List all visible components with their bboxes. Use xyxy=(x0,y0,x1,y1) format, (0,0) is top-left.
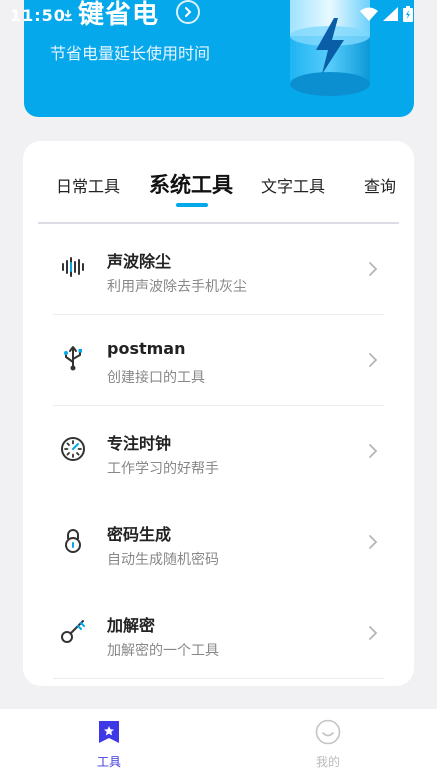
nav-label: 工具 xyxy=(96,755,121,769)
hero-subtitle: 节省电量延长使用时间 xyxy=(50,44,211,63)
smiley-face-icon xyxy=(315,719,341,745)
category-tabs: 日常工具 系统工具 文字工具 查询 xyxy=(23,141,414,221)
cell-signal-icon xyxy=(383,7,398,21)
chevron-right-icon xyxy=(369,444,378,458)
list-item-encrypt-decrypt[interactable]: 加解密 加解密的一个工具 xyxy=(23,588,414,679)
wifi-icon xyxy=(360,7,378,21)
status-bar: 11:50 xyxy=(0,0,437,30)
list-item-postman[interactable]: postman 创建接口的工具 xyxy=(23,315,414,406)
tool-title: 密码生成 xyxy=(107,525,172,544)
tool-desc: 自动生成随机密码 xyxy=(107,552,219,568)
download-icon xyxy=(64,10,72,21)
tool-desc: 创建接口的工具 xyxy=(107,370,205,386)
tool-desc: 利用声波除去手机灰尘 xyxy=(107,279,247,295)
tab-query[interactable]: 查询 xyxy=(364,173,396,197)
tab-system-tools[interactable]: 系统工具 xyxy=(149,169,233,199)
key-icon xyxy=(61,620,85,643)
list-item-focus-clock[interactable]: 专注时钟 工作学习的好帮手 xyxy=(23,406,414,497)
battery-icon xyxy=(403,6,413,22)
nav-label: 我的 xyxy=(315,755,340,769)
tool-desc: 工作学习的好帮手 xyxy=(107,461,219,477)
tool-title: postman xyxy=(107,339,186,358)
tools-card: 日常工具 系统工具 文字工具 查询 声波除尘 利用声波除去手机灰尘 postma… xyxy=(23,141,414,686)
tool-title: 专注时钟 xyxy=(107,434,172,453)
chevron-right-icon xyxy=(369,535,378,549)
nav-mine[interactable]: 我的 xyxy=(268,709,388,777)
sound-wave-icon xyxy=(62,257,84,277)
tool-title: 声波除尘 xyxy=(107,252,172,271)
status-time: 11:50 xyxy=(10,6,66,25)
usb-icon xyxy=(64,346,82,371)
active-tab-indicator xyxy=(176,203,208,207)
tool-list: 声波除尘 利用声波除去手机灰尘 postman 创建接口的工具 专注时钟 工作学… xyxy=(23,224,414,679)
chevron-right-icon xyxy=(369,262,378,276)
tool-title: 加解密 xyxy=(107,616,156,635)
chevron-right-icon xyxy=(369,353,378,367)
tab-text-tools[interactable]: 文字工具 xyxy=(261,173,325,197)
nav-tools[interactable]: 工具 xyxy=(49,709,169,777)
row-divider xyxy=(53,678,384,679)
bottom-nav: 工具 我的 xyxy=(0,709,437,777)
tab-daily-tools[interactable]: 日常工具 xyxy=(56,173,120,197)
clock-dial-icon xyxy=(61,437,85,461)
tool-desc: 加解密的一个工具 xyxy=(107,643,219,659)
padlock-icon xyxy=(65,529,81,553)
list-item-sound-dust-removal[interactable]: 声波除尘 利用声波除去手机灰尘 xyxy=(23,224,414,315)
chevron-right-icon xyxy=(369,626,378,640)
star-bookmark-icon xyxy=(99,721,119,743)
list-item-password-generator[interactable]: 密码生成 自动生成随机密码 xyxy=(23,497,414,588)
